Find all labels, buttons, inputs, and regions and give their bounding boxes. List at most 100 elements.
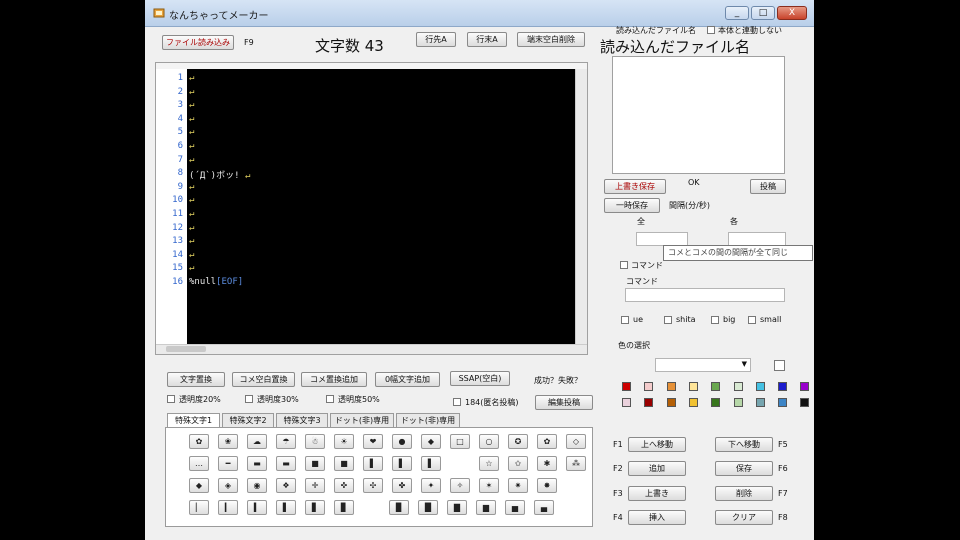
temp-save-button[interactable]: 一時保存 (604, 198, 660, 213)
symbol-button[interactable]: ▬ (276, 456, 296, 471)
command-checkbox[interactable] (620, 261, 628, 269)
symbol-button[interactable]: ◇ (566, 434, 586, 449)
symbol-button[interactable]: ☀ (334, 434, 354, 449)
overwrite-button[interactable]: 上書き (628, 486, 686, 501)
all-interval-input[interactable] (636, 232, 688, 246)
move-down-button[interactable]: 下へ移動 (715, 437, 773, 452)
comment-space-replace-button[interactable]: コメ空白置換 (232, 372, 295, 387)
color-swatch[interactable] (778, 382, 788, 391)
symbol-button[interactable]: ◉ (247, 478, 267, 493)
clear-button[interactable]: クリア (715, 510, 773, 525)
symbol-button[interactable]: ✱ (537, 456, 557, 471)
symbol-button[interactable]: ☃ (305, 434, 325, 449)
replace-text-button[interactable]: 文字置換 (167, 372, 225, 387)
color-swatch[interactable] (666, 398, 676, 407)
tab-dot-2[interactable]: ドット(非)専用 (396, 413, 460, 427)
symbol-button[interactable]: ✿ (189, 434, 209, 449)
symbol-button[interactable]: ▍ (247, 500, 267, 515)
color-swatch[interactable] (755, 398, 765, 407)
shita-checkbox[interactable] (664, 316, 672, 324)
symbol-button[interactable]: ◆ (189, 478, 209, 493)
opacity20-checkbox[interactable] (167, 395, 175, 403)
symbol-button[interactable]: ✛ (305, 478, 325, 493)
save-button[interactable]: 保存 (715, 461, 773, 476)
insert-button[interactable]: 挿入 (628, 510, 686, 525)
symbol-button[interactable]: ✷ (508, 478, 528, 493)
ssap-button[interactable]: SSAP(空白) (450, 371, 510, 386)
anon184-checkbox[interactable] (453, 398, 461, 406)
comment-replace-add-button[interactable]: コメ置換追加 (301, 372, 367, 387)
delete-button[interactable]: 削除 (715, 486, 773, 501)
symbol-button[interactable]: ▊ (334, 500, 354, 515)
line-end-button[interactable]: 行末A (467, 32, 507, 47)
symbol-button[interactable]: ✜ (334, 478, 354, 493)
symbol-button[interactable]: ■ (305, 456, 325, 471)
symbol-button[interactable]: ☆ (479, 456, 499, 471)
symbol-button[interactable]: ✦ (421, 478, 441, 493)
command-input[interactable] (625, 288, 785, 302)
file-name-box[interactable] (612, 56, 785, 174)
tab-dot-1[interactable]: ドット(非)専用 (330, 413, 394, 427)
title-bar[interactable]: なんちゃってメーカー _ □ X (145, 0, 814, 27)
color-swatch[interactable] (688, 398, 698, 407)
zero-width-add-button[interactable]: 0幅文字追加 (375, 372, 440, 387)
add-button[interactable]: 追加 (628, 461, 686, 476)
color-swatch[interactable] (778, 398, 788, 407)
color-swatch[interactable] (800, 398, 810, 407)
opacity30-checkbox[interactable] (245, 395, 253, 403)
color-preview-checkbox[interactable] (774, 360, 785, 371)
maximize-button[interactable]: □ (751, 6, 775, 20)
symbol-button[interactable]: ☁ (247, 434, 267, 449)
color-swatch[interactable] (800, 382, 810, 391)
symbol-button[interactable]: ☂ (276, 434, 296, 449)
symbol-button[interactable]: █ (418, 500, 438, 515)
color-swatch[interactable] (755, 382, 765, 391)
tab-special-1[interactable]: 特殊文字1 (167, 413, 220, 428)
move-up-button[interactable]: 上へ移動 (628, 437, 686, 452)
symbol-button[interactable]: ✩ (508, 456, 528, 471)
color-swatch[interactable] (733, 382, 743, 391)
horizontal-scrollbar[interactable] (156, 344, 587, 354)
color-swatch[interactable] (733, 398, 743, 407)
symbol-button[interactable]: ━ (218, 456, 238, 471)
symbol-button[interactable]: ▅ (505, 500, 525, 515)
symbol-button[interactable]: ▌ (421, 456, 441, 471)
symbol-button[interactable]: ▉ (389, 500, 409, 515)
color-swatch[interactable] (711, 398, 721, 407)
load-file-button[interactable]: ファイル読み込み (162, 35, 234, 50)
color-swatch[interactable] (622, 398, 631, 407)
symbol-button[interactable]: ▇ (447, 500, 467, 515)
symbol-button[interactable]: ● (392, 434, 412, 449)
editor-text-area[interactable]: ↵ ↵ ↵ ↵ ↵ ↵ ↵ (´Д`)ボッ! ↵ ↵ ↵ ↵ ↵ ↵ ↵ ↵ %null[EOF] (187, 69, 576, 345)
symbol-button[interactable]: ✪ (508, 434, 528, 449)
symbol-button[interactable]: … (189, 456, 209, 471)
symbol-button[interactable]: ✤ (392, 478, 412, 493)
color-swatch[interactable] (711, 382, 721, 391)
symbol-button[interactable]: ▋ (305, 500, 325, 515)
color-swatch[interactable] (688, 382, 698, 391)
overwrite-save-button[interactable]: 上書き保存 (604, 179, 666, 194)
edit-post-button[interactable]: 編集投稿 (535, 395, 593, 410)
each-interval-input[interactable] (728, 232, 786, 246)
color-swatch[interactable] (622, 382, 631, 391)
symbol-button[interactable]: ✿ (537, 434, 557, 449)
symbol-button[interactable]: ◆ (421, 434, 441, 449)
minimize-button[interactable]: _ (725, 6, 749, 20)
color-dropdown[interactable]: ▼ (655, 358, 751, 372)
tab-special-3[interactable]: 特殊文字3 (276, 413, 328, 427)
symbol-button[interactable]: ❤ (363, 434, 383, 449)
opacity50-checkbox[interactable] (326, 395, 334, 403)
symbol-button[interactable]: ✣ (363, 478, 383, 493)
close-button[interactable]: X (777, 6, 807, 20)
trim-button[interactable]: 端末空白削除 (517, 32, 585, 47)
symbol-button[interactable]: ❀ (218, 434, 238, 449)
line-head-button[interactable]: 行先A (416, 32, 456, 47)
symbol-button[interactable]: ▎ (218, 500, 238, 515)
sync-checkbox[interactable] (707, 26, 715, 34)
symbol-button[interactable]: ▄ (534, 500, 554, 515)
symbol-button[interactable]: ◈ (218, 478, 238, 493)
symbol-button[interactable]: ✸ (537, 478, 557, 493)
post-button[interactable]: 投稿 (750, 179, 786, 194)
symbol-button[interactable]: ▏ (189, 500, 209, 515)
symbol-button[interactable]: ✶ (479, 478, 499, 493)
